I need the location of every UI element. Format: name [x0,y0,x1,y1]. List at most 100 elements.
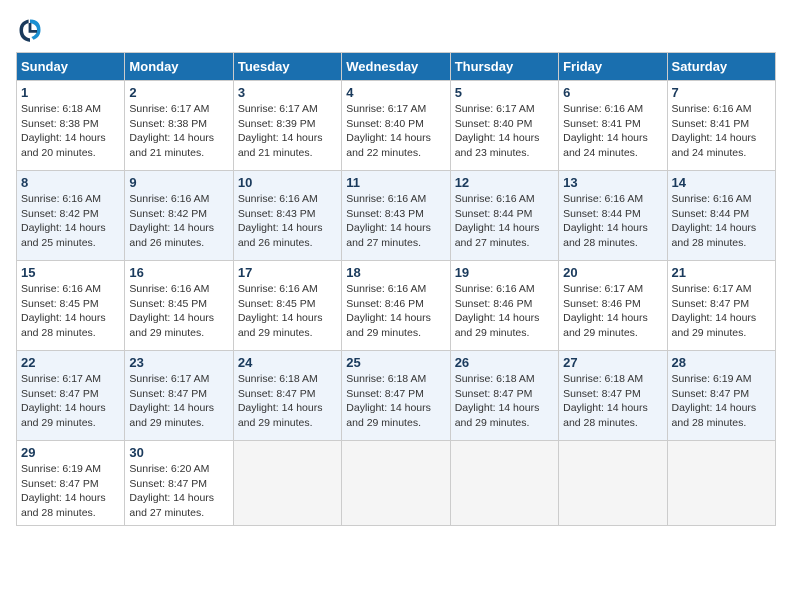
day-number: 8 [21,175,120,190]
day-info: Sunrise: 6:18 AM Sunset: 8:38 PM Dayligh… [21,102,120,161]
day-info: Sunrise: 6:16 AM Sunset: 8:42 PM Dayligh… [129,192,228,251]
calendar-week-row: 15 Sunrise: 6:16 AM Sunset: 8:45 PM Dayl… [17,261,776,351]
day-info: Sunrise: 6:17 AM Sunset: 8:38 PM Dayligh… [129,102,228,161]
calendar-day-cell [233,441,341,526]
day-number: 24 [238,355,337,370]
calendar-day-cell: 28 Sunrise: 6:19 AM Sunset: 8:47 PM Dayl… [667,351,775,441]
day-info: Sunrise: 6:16 AM Sunset: 8:46 PM Dayligh… [346,282,445,341]
calendar-day-cell: 7 Sunrise: 6:16 AM Sunset: 8:41 PM Dayli… [667,81,775,171]
day-number: 20 [563,265,662,280]
calendar-header-row: SundayMondayTuesdayWednesdayThursdayFrid… [17,53,776,81]
day-info: Sunrise: 6:18 AM Sunset: 8:47 PM Dayligh… [455,372,554,431]
calendar-day-header: Sunday [17,53,125,81]
calendar-day-cell: 6 Sunrise: 6:16 AM Sunset: 8:41 PM Dayli… [559,81,667,171]
calendar-week-row: 22 Sunrise: 6:17 AM Sunset: 8:47 PM Dayl… [17,351,776,441]
calendar-day-cell: 21 Sunrise: 6:17 AM Sunset: 8:47 PM Dayl… [667,261,775,351]
day-info: Sunrise: 6:16 AM Sunset: 8:42 PM Dayligh… [21,192,120,251]
day-info: Sunrise: 6:17 AM Sunset: 8:47 PM Dayligh… [129,372,228,431]
day-number: 1 [21,85,120,100]
day-info: Sunrise: 6:16 AM Sunset: 8:45 PM Dayligh… [129,282,228,341]
day-info: Sunrise: 6:18 AM Sunset: 8:47 PM Dayligh… [563,372,662,431]
calendar-day-header: Saturday [667,53,775,81]
day-number: 14 [672,175,771,190]
day-number: 4 [346,85,445,100]
day-number: 7 [672,85,771,100]
calendar-day-cell: 16 Sunrise: 6:16 AM Sunset: 8:45 PM Dayl… [125,261,233,351]
day-number: 28 [672,355,771,370]
day-info: Sunrise: 6:16 AM Sunset: 8:44 PM Dayligh… [563,192,662,251]
day-number: 30 [129,445,228,460]
day-info: Sunrise: 6:17 AM Sunset: 8:40 PM Dayligh… [346,102,445,161]
calendar-day-cell: 3 Sunrise: 6:17 AM Sunset: 8:39 PM Dayli… [233,81,341,171]
day-number: 29 [21,445,120,460]
calendar-day-cell: 19 Sunrise: 6:16 AM Sunset: 8:46 PM Dayl… [450,261,558,351]
calendar-week-row: 1 Sunrise: 6:18 AM Sunset: 8:38 PM Dayli… [17,81,776,171]
calendar-table: SundayMondayTuesdayWednesdayThursdayFrid… [16,52,776,526]
calendar-week-row: 8 Sunrise: 6:16 AM Sunset: 8:42 PM Dayli… [17,171,776,261]
day-number: 6 [563,85,662,100]
day-number: 2 [129,85,228,100]
calendar-day-cell: 2 Sunrise: 6:17 AM Sunset: 8:38 PM Dayli… [125,81,233,171]
day-info: Sunrise: 6:16 AM Sunset: 8:46 PM Dayligh… [455,282,554,341]
calendar-day-header: Tuesday [233,53,341,81]
day-info: Sunrise: 6:19 AM Sunset: 8:47 PM Dayligh… [21,462,120,521]
calendar-day-cell: 24 Sunrise: 6:18 AM Sunset: 8:47 PM Dayl… [233,351,341,441]
calendar-day-cell: 9 Sunrise: 6:16 AM Sunset: 8:42 PM Dayli… [125,171,233,261]
day-info: Sunrise: 6:18 AM Sunset: 8:47 PM Dayligh… [238,372,337,431]
day-number: 15 [21,265,120,280]
day-number: 9 [129,175,228,190]
calendar-day-cell [450,441,558,526]
day-number: 13 [563,175,662,190]
calendar-day-cell: 23 Sunrise: 6:17 AM Sunset: 8:47 PM Dayl… [125,351,233,441]
day-number: 10 [238,175,337,190]
calendar-day-cell: 8 Sunrise: 6:16 AM Sunset: 8:42 PM Dayli… [17,171,125,261]
day-info: Sunrise: 6:17 AM Sunset: 8:47 PM Dayligh… [672,282,771,341]
calendar-week-row: 29 Sunrise: 6:19 AM Sunset: 8:47 PM Dayl… [17,441,776,526]
day-info: Sunrise: 6:16 AM Sunset: 8:41 PM Dayligh… [672,102,771,161]
day-number: 5 [455,85,554,100]
calendar-day-cell: 13 Sunrise: 6:16 AM Sunset: 8:44 PM Dayl… [559,171,667,261]
calendar-day-cell: 30 Sunrise: 6:20 AM Sunset: 8:47 PM Dayl… [125,441,233,526]
calendar-day-cell: 22 Sunrise: 6:17 AM Sunset: 8:47 PM Dayl… [17,351,125,441]
calendar-day-cell: 14 Sunrise: 6:16 AM Sunset: 8:44 PM Dayl… [667,171,775,261]
day-info: Sunrise: 6:17 AM Sunset: 8:40 PM Dayligh… [455,102,554,161]
day-info: Sunrise: 6:16 AM Sunset: 8:45 PM Dayligh… [21,282,120,341]
day-number: 11 [346,175,445,190]
calendar-day-cell: 4 Sunrise: 6:17 AM Sunset: 8:40 PM Dayli… [342,81,450,171]
calendar-day-header: Thursday [450,53,558,81]
day-info: Sunrise: 6:16 AM Sunset: 8:44 PM Dayligh… [672,192,771,251]
calendar-day-cell: 1 Sunrise: 6:18 AM Sunset: 8:38 PM Dayli… [17,81,125,171]
calendar-day-header: Friday [559,53,667,81]
day-info: Sunrise: 6:19 AM Sunset: 8:47 PM Dayligh… [672,372,771,431]
logo-icon [16,16,44,44]
calendar-day-header: Monday [125,53,233,81]
calendar-day-cell [559,441,667,526]
calendar-day-cell: 25 Sunrise: 6:18 AM Sunset: 8:47 PM Dayl… [342,351,450,441]
day-info: Sunrise: 6:16 AM Sunset: 8:43 PM Dayligh… [346,192,445,251]
calendar-day-cell: 29 Sunrise: 6:19 AM Sunset: 8:47 PM Dayl… [17,441,125,526]
calendar-day-cell [667,441,775,526]
calendar-day-cell: 5 Sunrise: 6:17 AM Sunset: 8:40 PM Dayli… [450,81,558,171]
calendar-day-cell: 15 Sunrise: 6:16 AM Sunset: 8:45 PM Dayl… [17,261,125,351]
day-info: Sunrise: 6:16 AM Sunset: 8:45 PM Dayligh… [238,282,337,341]
calendar-day-cell: 17 Sunrise: 6:16 AM Sunset: 8:45 PM Dayl… [233,261,341,351]
calendar-day-cell: 20 Sunrise: 6:17 AM Sunset: 8:46 PM Dayl… [559,261,667,351]
day-number: 23 [129,355,228,370]
page-header [16,16,776,44]
day-info: Sunrise: 6:16 AM Sunset: 8:44 PM Dayligh… [455,192,554,251]
calendar-day-cell [342,441,450,526]
calendar-day-cell: 12 Sunrise: 6:16 AM Sunset: 8:44 PM Dayl… [450,171,558,261]
day-number: 25 [346,355,445,370]
day-info: Sunrise: 6:16 AM Sunset: 8:41 PM Dayligh… [563,102,662,161]
day-number: 12 [455,175,554,190]
logo [16,16,48,44]
day-number: 26 [455,355,554,370]
day-number: 18 [346,265,445,280]
calendar-day-cell: 10 Sunrise: 6:16 AM Sunset: 8:43 PM Dayl… [233,171,341,261]
day-number: 19 [455,265,554,280]
calendar-day-cell: 27 Sunrise: 6:18 AM Sunset: 8:47 PM Dayl… [559,351,667,441]
day-number: 22 [21,355,120,370]
day-info: Sunrise: 6:17 AM Sunset: 8:46 PM Dayligh… [563,282,662,341]
calendar-day-cell: 18 Sunrise: 6:16 AM Sunset: 8:46 PM Dayl… [342,261,450,351]
day-number: 16 [129,265,228,280]
